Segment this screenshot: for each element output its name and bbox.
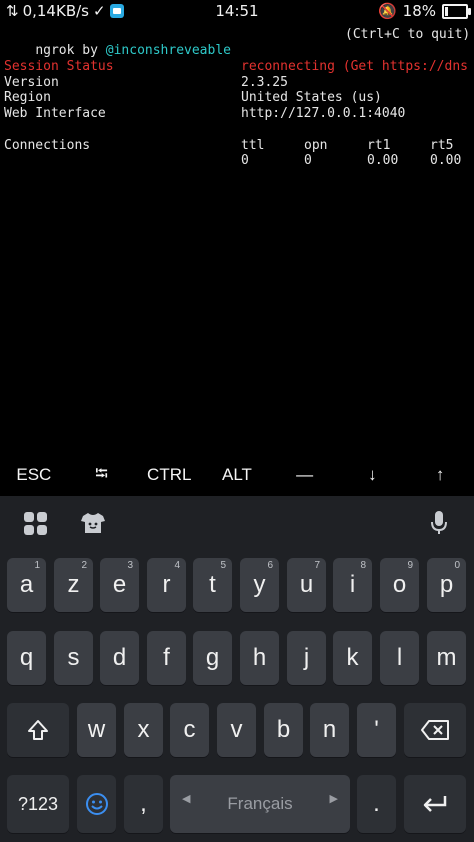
conn-header-rt1: rt1 [367,137,391,153]
key-s[interactable]: s [54,631,93,685]
key-o[interactable]: o9 [380,558,419,612]
key-u[interactable]: u7 [287,558,326,612]
theme-shirt-icon[interactable] [78,508,108,538]
key-p[interactable]: p0 [427,558,466,612]
esc-key[interactable]: ESC [0,465,67,485]
battery-icon [442,3,471,19]
row-label-web-interface: Web Interface [4,106,106,122]
key-l[interactable]: l [380,631,419,685]
mic-shape [431,511,447,534]
enter-key[interactable] [404,775,466,833]
key-m[interactable]: m [427,631,466,685]
key-v[interactable]: v [217,703,256,757]
key-i[interactable]: i8 [333,558,372,612]
key-a[interactable]: a1 [7,558,46,612]
keyboard-toolbar [0,496,474,552]
key-n[interactable]: n [310,703,349,757]
emoji-icon [85,793,108,815]
key-k[interactable]: k [333,631,372,685]
key-c[interactable]: c [170,703,209,757]
conn-value-ttl: 0 [241,153,249,169]
key-d[interactable]: d [100,631,139,685]
key-b[interactable]: b [264,703,303,757]
shift-arrow-icon [28,720,48,740]
key-y[interactable]: y6 [240,558,279,612]
bell-off-icon: 🔕 [377,1,397,20]
row-label-session-status: Session Status [4,59,114,74]
key-w[interactable]: w [77,703,116,757]
arrow-down-key[interactable]: ↓ [339,465,406,485]
backspace-key[interactable] [404,703,466,757]
language-right-chevron-icon: ▶ [329,793,338,805]
key-apostrophe[interactable]: ' [357,703,396,757]
ctrl-key[interactable]: CTRL [136,465,203,485]
grid-shape [23,511,47,535]
language-left-chevron-icon: ◀ [182,793,191,805]
key-z[interactable]: z2 [54,558,93,612]
status-right: 🔕 18% [377,1,471,20]
key-j[interactable]: j [287,631,326,685]
row-label-region: Region [4,90,51,106]
conn-header-rt5: rt5 [430,137,454,153]
row-label-version: Version [4,74,59,90]
extra-keys-bar: ESC ⭾ CTRL ALT — ↓ ↑ [0,456,474,494]
status-bar: ⇅ 0,14KB/s ✓ 14:51 🔕 18% [0,0,474,24]
key-t[interactable]: t5 [193,558,232,612]
enter-arrow-icon [423,796,447,812]
shirt-icon [81,513,105,533]
conn-header-ttl: ttl [241,137,265,153]
terminal-header-right: (Ctrl+C to quit) [345,27,471,42]
row-value-web-interface: http://127.0.0.1:4040 [241,106,406,122]
shift-key[interactable] [7,703,69,757]
arrow-up-key[interactable]: ↑ [407,465,474,485]
key-g[interactable]: g [193,631,232,685]
conn-value-opn: 0 [304,153,312,169]
key-q[interactable]: q [7,631,46,685]
header-handle: @inconshreveable [105,42,231,58]
key-x[interactable]: x [124,703,163,757]
conn-value-rt5: 0.00 [430,153,462,169]
header-prefix: ngrok by [35,42,106,58]
symbols-key[interactable]: ?123 [7,775,69,833]
key-h[interactable]: h [240,631,279,685]
terminal-view[interactable]: ngrok by @inconshreveable (Ctrl+C to qui… [0,24,474,452]
row-value-region: United States (us) [241,90,382,106]
microphone-icon[interactable] [424,508,454,538]
key-e[interactable]: e3 [100,558,139,612]
alt-key[interactable]: ALT [203,465,270,485]
soft-keyboard: a1 z2 e3 r4 t5 y6 u7 i8 o9 p0 q s d f g … [0,496,474,842]
row-value-session-status: reconnecting (Get https://dns [241,59,468,74]
comma-key[interactable]: , [124,775,163,833]
period-key[interactable]: . [357,775,396,833]
key-r[interactable]: r4 [147,558,186,612]
backspace-icon [421,720,449,740]
row-value-version: 2.3.25 [241,74,288,90]
key-f[interactable]: f [147,631,186,685]
space-key[interactable]: ◀ Français ▶ [170,775,350,833]
space-language-label: Français [227,794,293,813]
apps-grid-icon[interactable] [20,508,50,538]
dash-key[interactable]: — [271,465,338,485]
connections-label: Connections [4,137,91,153]
conn-header-opn: opn [304,137,328,153]
tab-key[interactable]: ⭾ [68,461,135,490]
emoji-key[interactable] [77,775,116,833]
conn-value-rt1: 0.00 [367,153,399,169]
battery-text: 18% [402,2,436,20]
